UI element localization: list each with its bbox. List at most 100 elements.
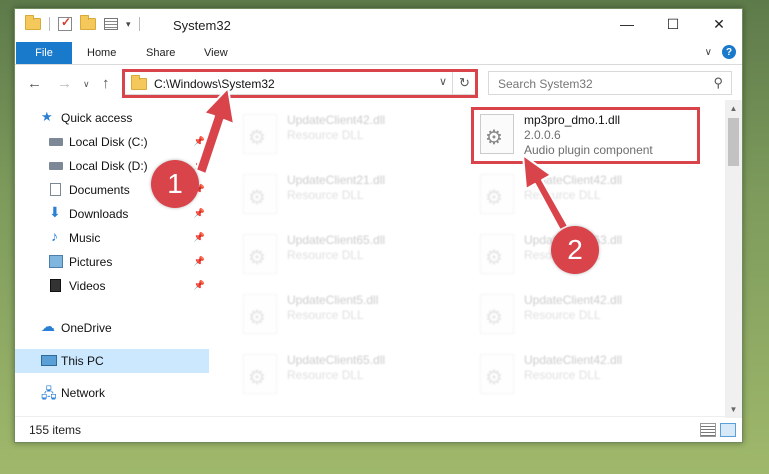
dll-file-icon (243, 174, 277, 214)
sidebar-item-local-disk-c[interactable]: Local Disk (C:) 📌 (15, 130, 209, 154)
sidebar-item-music[interactable]: ♪ Music 📌 (15, 226, 209, 250)
file-name: UpdateClient65.dll (287, 353, 386, 367)
minimize-button[interactable]: — (604, 9, 650, 39)
sidebar-item-network[interactable]: 🖧 Network (15, 381, 209, 405)
tab-file[interactable]: File (16, 42, 72, 64)
dll-file-icon (480, 174, 514, 214)
file-name: UpdateClient65.dll (287, 233, 386, 247)
properties-icon[interactable] (104, 18, 118, 30)
item-count: 155 items (29, 423, 82, 437)
sidebar-item-label: Local Disk (C:) (69, 135, 148, 149)
tab-share[interactable]: Share (146, 47, 175, 59)
sidebar-item-label: Network (61, 386, 106, 400)
window-title: System32 (173, 18, 231, 33)
search-icon[interactable]: ⚲ (713, 75, 723, 91)
pin-icon[interactable]: 📌 (194, 232, 205, 243)
dll-file-icon (243, 354, 277, 394)
forward-arrow-icon[interactable]: → (57, 75, 72, 92)
view-switcher (700, 423, 736, 437)
dll-file-icon (480, 354, 514, 394)
sidebar-item-label: OneDrive (61, 321, 112, 335)
recent-locations-chevron-icon[interactable]: ∨ (83, 79, 90, 90)
drive-icon (49, 162, 63, 170)
dll-file-icon (480, 234, 514, 274)
sidebar-item-label: Downloads (69, 207, 129, 221)
up-arrow-icon[interactable]: ↑ (102, 75, 110, 92)
maximize-button[interactable]: ☐ (650, 9, 696, 39)
network-icon: 🖧 (41, 385, 57, 401)
search-placeholder: Search System32 (498, 77, 593, 91)
vertical-scrollbar[interactable]: ▲ ▼ (725, 100, 742, 418)
sidebar-item-label: Videos (69, 279, 106, 293)
videos-icon (50, 279, 61, 292)
search-input[interactable]: Search System32 ⚲ (488, 71, 732, 95)
scroll-thumb[interactable] (728, 118, 739, 166)
step-1-badge: 1 (151, 160, 199, 208)
file-item[interactable]: UpdateClient42.dll Resource DLL (476, 288, 708, 338)
toolbar-divider (49, 17, 50, 31)
file-type: Resource DLL (287, 128, 364, 142)
star-icon: ★ (41, 109, 53, 124)
sidebar-item-label: Documents (69, 183, 130, 197)
file-name: UpdateClient21.dll (287, 173, 386, 187)
pin-icon[interactable]: 📌 (194, 280, 205, 291)
file-name: UpdateClient42.dll (524, 353, 623, 367)
help-icon[interactable]: ? (722, 45, 736, 59)
quick-access-toolbar: ▾ (25, 15, 140, 31)
new-folder-icon[interactable] (80, 15, 96, 30)
file-item[interactable]: UpdateClient65.dll Resource DLL (239, 348, 471, 398)
properties-check-icon[interactable] (58, 15, 72, 31)
this-pc-icon (41, 355, 57, 366)
details-view-icon[interactable] (700, 423, 716, 437)
dll-file-icon (480, 294, 514, 334)
sidebar-item-pictures[interactable]: Pictures 📌 (15, 250, 209, 274)
pin-icon[interactable]: 📌 (194, 136, 205, 147)
dll-file-icon (243, 234, 277, 274)
close-button[interactable]: ✕ (696, 9, 742, 39)
file-type: Resource DLL (287, 308, 364, 322)
dll-file-icon (243, 294, 277, 334)
file-item[interactable]: UpdateClient5.dll Resource DLL (239, 288, 471, 338)
tab-home[interactable]: Home (87, 47, 116, 59)
file-item[interactable]: UpdateClient65.dll Resource DLL (239, 228, 471, 278)
downloads-icon: ⬇ (49, 204, 61, 220)
drive-icon (49, 138, 63, 146)
title-bar: ▾ System32 — ☐ ✕ (15, 9, 742, 41)
file-type: Resource DLL (287, 248, 364, 262)
sidebar-item-quick-access[interactable]: ★ Quick access (15, 106, 209, 130)
file-name: UpdateClient42.dll (524, 293, 623, 307)
file-name: UpdateClient42.dll (524, 173, 623, 187)
file-item[interactable]: UpdateClient42.dll Resource DLL (476, 348, 708, 398)
sidebar-item-label: Quick access (61, 111, 133, 125)
customize-toolbar-dropdown-icon[interactable]: ▾ (126, 19, 131, 30)
file-type: Resource DLL (524, 188, 601, 202)
ribbon-right-controls: ∨ ? (705, 45, 736, 59)
toolbar-divider (138, 17, 140, 31)
documents-icon (50, 183, 61, 196)
navigation-pane: ★ Quick access Local Disk (C:) 📌 Local D… (15, 100, 211, 418)
expand-ribbon-chevron-icon[interactable]: ∨ (705, 47, 712, 58)
sidebar-item-videos[interactable]: Videos 📌 (15, 274, 209, 298)
sidebar-item-this-pc[interactable]: This PC (15, 349, 209, 373)
file-type: Resource DLL (287, 188, 364, 202)
sidebar-item-label: Pictures (69, 255, 113, 269)
file-item[interactable]: UpdateClient42.dll Resource DLL (239, 108, 471, 158)
sidebar-item-onedrive[interactable]: ☁ OneDrive (15, 316, 209, 340)
file-type: Resource DLL (524, 368, 601, 382)
scroll-up-icon[interactable]: ▲ (725, 100, 742, 117)
onedrive-icon: ☁ (41, 318, 55, 334)
pin-icon[interactable]: 📌 (194, 208, 205, 219)
status-bar: 155 items (15, 416, 742, 442)
file-item[interactable]: UpdateClient42.dll Resource DLL (476, 168, 708, 218)
tab-view[interactable]: View (204, 47, 228, 59)
pin-icon[interactable]: 📌 (194, 256, 205, 267)
pin-icon[interactable]: 📌 (194, 160, 205, 171)
folder-icon[interactable] (25, 15, 41, 30)
music-icon: ♪ (51, 228, 58, 244)
back-arrow-icon[interactable]: ← (27, 75, 42, 92)
tiles-view-icon[interactable] (720, 423, 736, 437)
sidebar-item-label: This PC (61, 354, 104, 368)
file-item[interactable]: UpdateClient21.dll Resource DLL (239, 168, 471, 218)
file-highlight-box (471, 107, 700, 164)
window-controls: — ☐ ✕ (604, 9, 742, 39)
